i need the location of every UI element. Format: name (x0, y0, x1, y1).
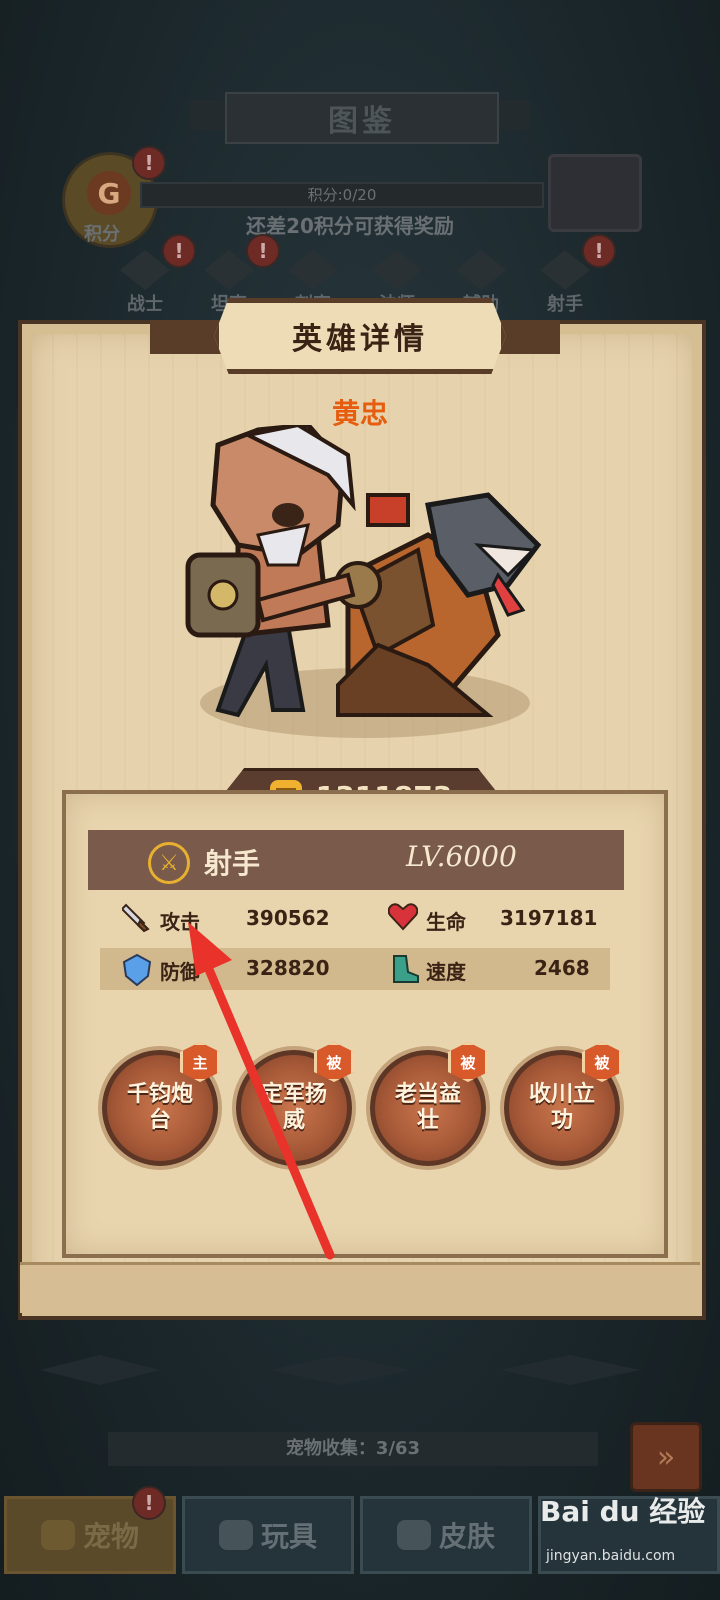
hp-value: 3197181 (500, 906, 598, 930)
hero-legs (215, 623, 306, 718)
sword-icon (122, 903, 150, 933)
tab-toys-label: 玩具 (260, 1520, 317, 1553)
shield-icon (122, 954, 152, 986)
support-icon (456, 250, 506, 290)
paw-icon (40, 1520, 75, 1550)
panel-title: 英雄详情 (292, 322, 428, 357)
score-progress-bar: 积分:0/20 (140, 182, 544, 208)
attack-value: 390562 (246, 906, 330, 930)
defense-value: 328820 (246, 956, 330, 980)
alert-icon: ! (162, 234, 196, 268)
skill-name: 千钧炮台 (127, 1082, 194, 1133)
hero-portrait (185, 425, 542, 718)
attack-label: 攻击 (160, 910, 200, 934)
mage-icon (372, 250, 422, 290)
panel-header: 英雄详情 (214, 298, 506, 374)
fast-forward-icon[interactable]: » (630, 1422, 702, 1492)
assassin-icon (288, 250, 338, 290)
score-label: 积分 (84, 224, 120, 245)
gauntlet-bolt (207, 579, 239, 611)
watermark-url: jingyan.baidu.com (546, 1548, 676, 1564)
tab-skins[interactable]: 皮肤 (360, 1496, 532, 1574)
cannon-top (366, 493, 410, 527)
decor-row (40, 1355, 640, 1385)
tab-toys[interactable]: 玩具 (182, 1496, 354, 1574)
panel-bottom-edge (20, 1262, 700, 1313)
skill-name: 定军扬威 (261, 1082, 328, 1133)
reward-hint: 还差20积分可获得奖励 (246, 214, 454, 238)
watermark-logo: Bai du 经验 (540, 1495, 706, 1528)
score-progress-text: 积分:0/20 (307, 186, 377, 204)
alert-icon: ! (132, 146, 166, 180)
title-wing-left (190, 100, 230, 130)
reward-chest-icon[interactable] (548, 154, 642, 232)
score-icon: G (87, 171, 131, 215)
hero-level: LV.6000 (406, 840, 517, 873)
archer-class-icon: ⚔ (148, 842, 190, 884)
skin-card-icon (396, 1520, 431, 1550)
alert-icon: ! (246, 234, 280, 268)
duck-icon (218, 1520, 253, 1550)
skill-name: 收川立功 (529, 1082, 596, 1133)
skill-name: 老当益壮 (395, 1082, 462, 1133)
hero-class: 射手 (204, 847, 261, 880)
speed-value: 2468 (534, 956, 590, 980)
boot-icon (393, 955, 419, 983)
alert-icon: ! (132, 1486, 166, 1520)
hp-label: 生命 (426, 910, 466, 934)
page-title: 图鉴 (225, 92, 499, 144)
alert-icon: ! (582, 234, 616, 268)
tab-pets-label: 宠物 (82, 1520, 139, 1553)
speed-label: 速度 (426, 960, 466, 984)
defense-label: 防御 (160, 960, 200, 984)
hero-nose (272, 503, 304, 527)
tab-skins-label: 皮肤 (438, 1520, 495, 1553)
heart-icon (388, 903, 418, 931)
pet-collection-count: 宠物收集：3/63 (285, 1438, 421, 1459)
